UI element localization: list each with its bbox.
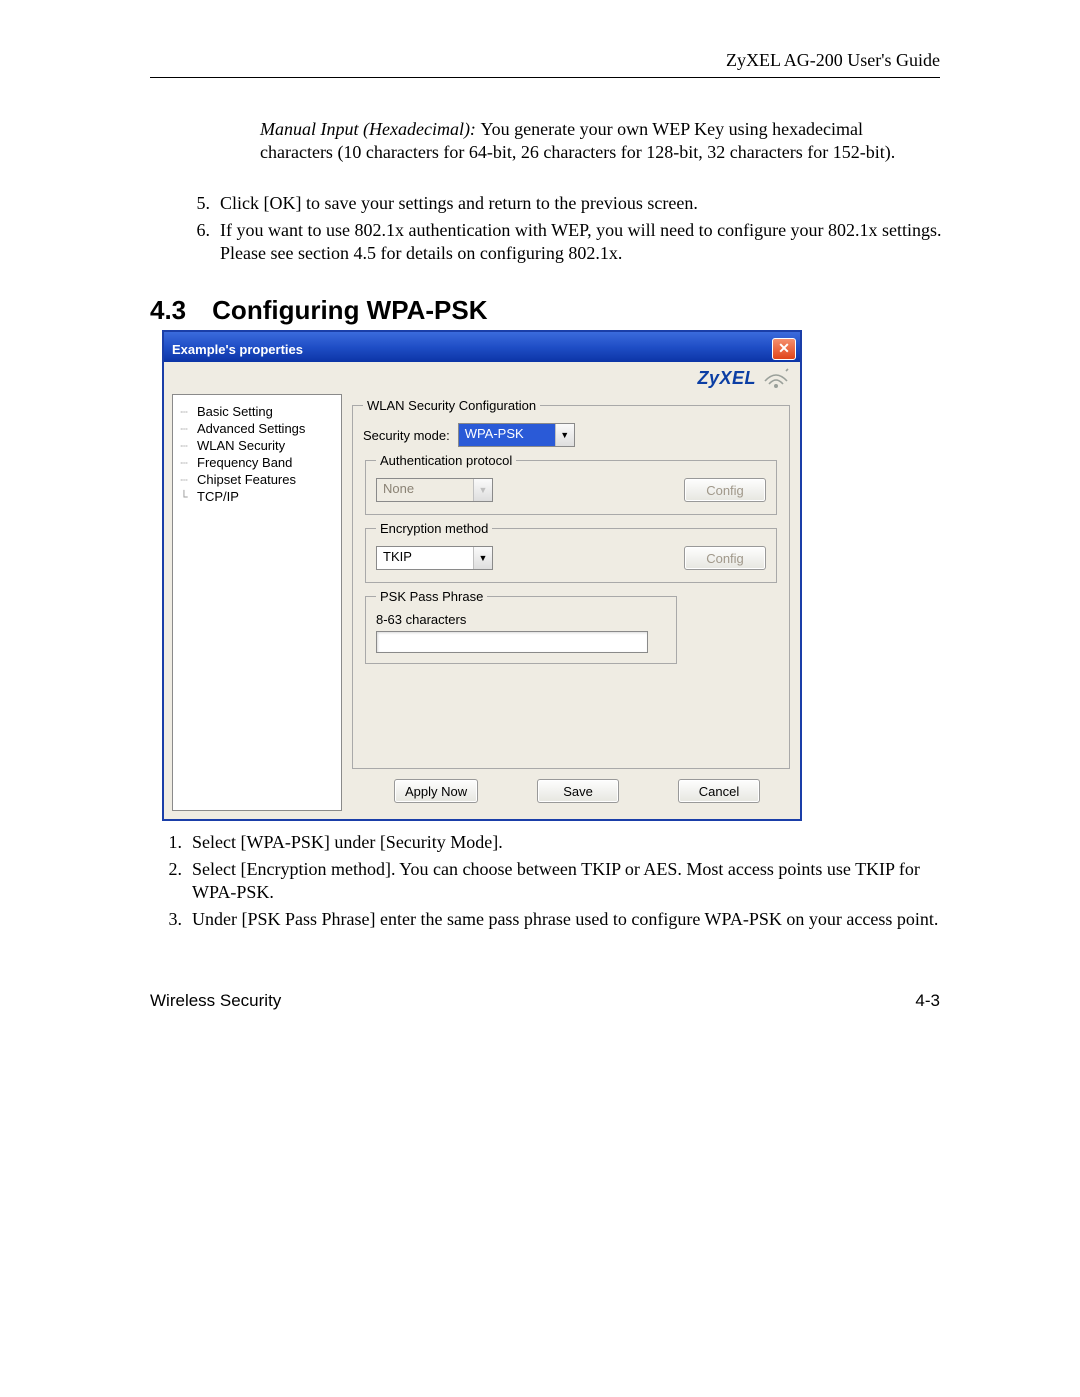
- cancel-button[interactable]: Cancel: [678, 779, 760, 803]
- auth-config-button: Config: [684, 478, 766, 502]
- tree-label: WLAN Security: [197, 438, 285, 453]
- encryption-method-combo[interactable]: TKIP ▼: [376, 546, 493, 570]
- properties-dialog: Example's properties ✕ ZyXEL ┈Basic Sett…: [162, 330, 802, 821]
- auth-protocol-combo: None ▼: [376, 478, 493, 502]
- security-mode-value: WPA-PSK: [459, 424, 555, 446]
- apply-now-button[interactable]: Apply Now: [394, 779, 478, 803]
- psk-hint: 8-63 characters: [376, 612, 666, 627]
- list-text: Select [WPA-PSK] under [Security Mode].: [192, 831, 940, 854]
- tree-label: Advanced Settings: [197, 421, 305, 436]
- wireless-icon: [762, 367, 790, 389]
- list-item: 2.Select [Encryption method]. You can ch…: [152, 858, 940, 904]
- section-number: 4.3: [150, 295, 186, 325]
- fieldset-legend: WLAN Security Configuration: [363, 398, 540, 413]
- config-pane: WLAN Security Configuration Security mod…: [350, 394, 792, 811]
- bottom-ordered-list: 1.Select [WPA-PSK] under [Security Mode]…: [152, 831, 940, 931]
- list-text: If you want to use 802.1x authentication…: [220, 219, 942, 265]
- save-button[interactable]: Save: [537, 779, 619, 803]
- list-number: 6.: [180, 219, 220, 265]
- list-item: 1.Select [WPA-PSK] under [Security Mode]…: [152, 831, 940, 854]
- tree-item-frequency-band[interactable]: ┈Frequency Band: [177, 454, 337, 471]
- dialog-titlebar[interactable]: Example's properties ✕: [164, 332, 800, 362]
- top-ordered-list: 5. Click [OK] to save your settings and …: [180, 192, 940, 265]
- close-button[interactable]: ✕: [772, 338, 796, 360]
- footer-left: Wireless Security: [150, 991, 281, 1011]
- tree-item-basic-setting[interactable]: ┈Basic Setting: [177, 403, 337, 420]
- chevron-down-icon: ▼: [473, 479, 492, 501]
- tree-label: Chipset Features: [197, 472, 296, 487]
- tree-item-advanced-settings[interactable]: ┈Advanced Settings: [177, 420, 337, 437]
- tree-label: Basic Setting: [197, 404, 273, 419]
- settings-tree[interactable]: ┈Basic Setting ┈Advanced Settings ┈WLAN …: [172, 394, 342, 811]
- brand-row: ZyXEL: [164, 362, 800, 394]
- list-item: 6. If you want to use 802.1x authenticat…: [180, 219, 940, 265]
- tree-item-tcpip[interactable]: └TCP/IP: [177, 488, 337, 505]
- intro-lead: Manual Input (Hexadecimal):: [260, 119, 480, 139]
- encryption-config-button: Config: [684, 546, 766, 570]
- section-title: Configuring WPA-PSK: [212, 295, 487, 325]
- tree-item-wlan-security[interactable]: ┈WLAN Security: [177, 437, 337, 454]
- encryption-method-value: TKIP: [377, 547, 473, 569]
- brand-logo: ZyXEL: [697, 368, 756, 389]
- wlan-security-fieldset: WLAN Security Configuration Security mod…: [352, 398, 790, 769]
- tree-label: Frequency Band: [197, 455, 292, 470]
- fieldset-legend: Authentication protocol: [376, 453, 516, 468]
- security-mode-label: Security mode:: [363, 428, 450, 443]
- list-number: 5.: [180, 192, 220, 215]
- list-text: Under [PSK Pass Phrase] enter the same p…: [192, 908, 940, 931]
- dialog-button-row: Apply Now Save Cancel: [350, 775, 792, 811]
- list-item: 3.Under [PSK Pass Phrase] enter the same…: [152, 908, 940, 931]
- list-text: Click [OK] to save your settings and ret…: [220, 192, 942, 215]
- list-item: 5. Click [OK] to save your settings and …: [180, 192, 940, 215]
- encryption-method-fieldset: Encryption method TKIP ▼ Config: [365, 521, 777, 583]
- section-heading: 4.3 Configuring WPA-PSK: [150, 295, 940, 326]
- page-footer: Wireless Security 4-3: [150, 991, 940, 1011]
- footer-right: 4-3: [915, 991, 940, 1011]
- auth-protocol-value: None: [377, 479, 473, 501]
- psk-passphrase-fieldset: PSK Pass Phrase 8-63 characters: [365, 589, 677, 664]
- tree-label: TCP/IP: [197, 489, 239, 504]
- page-header: ZyXEL AG-200 User's Guide: [150, 50, 940, 78]
- dialog-title: Example's properties: [172, 342, 303, 357]
- psk-passphrase-input[interactable]: [376, 631, 648, 653]
- security-mode-combo[interactable]: WPA-PSK ▼: [458, 423, 575, 447]
- fieldset-legend: Encryption method: [376, 521, 492, 536]
- list-number: 1.: [152, 831, 192, 854]
- list-number: 3.: [152, 908, 192, 931]
- list-text: Select [Encryption method]. You can choo…: [192, 858, 940, 904]
- fieldset-legend: PSK Pass Phrase: [376, 589, 487, 604]
- intro-paragraph: Manual Input (Hexadecimal): You generate…: [260, 118, 940, 164]
- list-number: 2.: [152, 858, 192, 904]
- chevron-down-icon[interactable]: ▼: [473, 547, 492, 569]
- chevron-down-icon[interactable]: ▼: [555, 424, 574, 446]
- auth-protocol-fieldset: Authentication protocol None ▼ Config: [365, 453, 777, 515]
- tree-item-chipset-features[interactable]: ┈Chipset Features: [177, 471, 337, 488]
